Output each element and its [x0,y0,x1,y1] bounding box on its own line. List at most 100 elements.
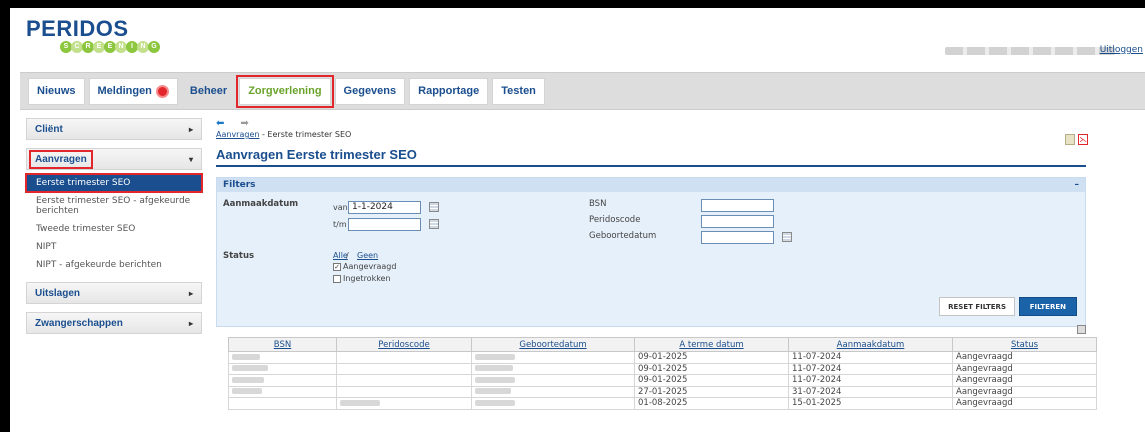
checkbox-ingetrokken[interactable]: Ingetrokken [333,274,391,283]
cell-geboortedatum [471,397,635,410]
main-content: ⬅ ➡ Aanvragen - Eerste trimester SEO ⋋ A… [216,118,1097,410]
breadcrumb-link-aanvragen[interactable]: Aanvragen [216,130,259,139]
page-title: Aanvragen Eerste trimester SEO [216,147,1086,167]
cell-geboortedatum [471,385,635,398]
cell-a-terme-datum: 01-08-2025 [634,397,789,410]
tm-label: t/m [333,220,347,229]
peridoscode-input[interactable] [701,215,774,228]
peridoscode-label: Peridoscode [589,215,641,225]
cell-peridoscode [336,397,472,410]
breadcrumb: Aanvragen - Eerste trimester SEO [216,130,352,139]
sidebar-item-nipt-afgekeurd[interactable]: NIPT - afgekeurde berichten [26,256,202,274]
chevron-right-icon: ▸ [188,288,193,298]
cell-a-terme-datum: 27-01-2025 [634,385,789,398]
aanmaakdatum-van-input[interactable]: 1-1-2024 [348,201,421,214]
peridos-logo: PERIDOS SCREENING [26,18,160,53]
cell-status: Aangevraagd [952,362,1097,375]
cell-peridoscode [336,351,472,364]
sidebar-section-uitslagen[interactable]: Uitslagen ▸ [26,282,202,304]
back-arrow-icon[interactable]: ⬅ [216,118,224,129]
cell-bsn [228,374,337,387]
top-navigation: Nieuws Meldingen Beheer Zorgverlening Ge… [20,72,1145,110]
cell-bsn [228,351,337,364]
cell-status: Aangevraagd [952,351,1097,364]
sidebar-item-eerste-trimester-seo[interactable]: Eerste trimester SEO [25,173,203,193]
checkbox-checked-icon: ✓ [333,262,341,271]
column-header-status[interactable]: Status [952,337,1097,352]
cell-bsn [228,362,337,375]
geboortedatum-input[interactable] [701,231,774,244]
cell-geboortedatum [471,362,635,375]
bsn-label: BSN [589,199,607,209]
table-row[interactable]: 09-01-2025 11-07-2024 Aangevraagd [228,362,1097,375]
sidebar-item-tweede-trimester-seo[interactable]: Tweede trimester SEO [26,220,202,238]
filteren-button[interactable]: FILTEREN [1018,297,1077,316]
cell-a-terme-datum: 09-01-2025 [634,374,789,387]
cell-status: Aangevraagd [952,374,1097,387]
cell-aanmaakdatum: 11-07-2024 [788,362,953,375]
sidebar-section-aanvragen[interactable]: Aanvragen ▾ [26,148,202,170]
tab-zorgverlening[interactable]: Zorgverlening [236,74,334,108]
column-header-a-terme-datum[interactable]: A terme datum [634,337,789,352]
cell-peridoscode [336,374,472,387]
user-info-redacted [945,47,1115,55]
logout-link[interactable]: Uitloggen [1100,45,1143,55]
chevron-right-icon: ▸ [188,124,193,134]
van-label: van [333,203,348,212]
history-nav: ⬅ ➡ [216,118,1096,129]
tab-beheer[interactable]: Beheer [182,78,235,105]
cell-bsn [228,385,337,398]
calendar-icon[interactable] [782,232,792,242]
sidebar-section-client[interactable]: Cliënt ▸ [26,118,202,140]
cell-aanmaakdatum: 31-07-2024 [788,385,953,398]
reset-filters-button[interactable]: RESET FILTERS [939,297,1015,316]
aanmaakdatum-label: Aanmaakdatum [223,199,299,209]
checkbox-aangevraagd[interactable]: ✓ Aangevraagd [333,262,396,271]
tab-testen[interactable]: Testen [492,77,545,105]
column-header-bsn[interactable]: BSN [228,337,337,352]
table-row[interactable]: 01-08-2025 15-01-2025 Aangevraagd [228,397,1097,410]
logo-screening-mark: SCREENING [60,41,160,53]
cell-geboortedatum [471,351,635,364]
cell-status: Aangevraagd [952,397,1097,410]
cell-geboortedatum [471,374,635,387]
bsn-input[interactable] [701,199,774,212]
column-header-aanmaakdatum[interactable]: Aanmaakdatum [788,337,953,352]
chevron-right-icon: ▸ [188,318,193,328]
pdf-export-icon[interactable]: ⋋ [1078,134,1088,145]
calendar-icon[interactable] [429,219,439,229]
sidebar: Cliënt ▸ Aanvragen ▾ Eerste trimester SE… [25,118,203,342]
filters-panel: Filters – Aanmaakdatum van 1-1-2024 t/m … [216,177,1086,327]
table-row[interactable]: 27-01-2025 31-07-2024 Aangevraagd [228,385,1097,398]
collapse-icon[interactable]: – [1075,180,1080,190]
excel-export-icon[interactable] [1065,134,1075,145]
table-header-row: BSN Peridoscode Geboortedatum A terme da… [228,337,1097,352]
column-settings-icon[interactable] [1077,325,1086,334]
forward-arrow-icon[interactable]: ➡ [240,118,248,129]
tab-nieuws[interactable]: Nieuws [28,77,85,105]
aanmaakdatum-tm-input[interactable] [348,218,421,231]
sidebar-section-zwangerschappen[interactable]: Zwangerschappen ▸ [26,312,202,334]
table-row[interactable]: 09-01-2025 11-07-2024 Aangevraagd [228,374,1097,387]
cell-bsn [228,397,337,410]
chevron-down-icon: ▾ [188,154,193,164]
results-table: BSN Peridoscode Geboortedatum A terme da… [228,337,1097,410]
cell-a-terme-datum: 09-01-2025 [634,351,789,364]
sidebar-item-eerste-trimester-afgekeurd[interactable]: Eerste trimester SEO - afgekeurde berich… [26,192,202,220]
status-geen-link[interactable]: Geen [357,251,378,260]
cell-peridoscode [336,385,472,398]
column-header-peridoscode[interactable]: Peridoscode [336,337,472,352]
cell-aanmaakdatum: 11-07-2024 [788,351,953,364]
column-header-geboortedatum[interactable]: Geboortedatum [471,337,635,352]
sidebar-item-nipt[interactable]: NIPT [26,238,202,256]
cell-aanmaakdatum: 11-07-2024 [788,374,953,387]
cell-aanmaakdatum: 15-01-2025 [788,397,953,410]
calendar-icon[interactable] [429,202,439,212]
aanvragen-submenu: Eerste trimester SEO Eerste trimester SE… [25,173,203,274]
tab-meldingen[interactable]: Meldingen [88,77,178,105]
filters-header[interactable]: Filters – [217,178,1085,192]
tab-gegevens[interactable]: Gegevens [334,77,406,105]
cell-peridoscode [336,362,472,375]
tab-rapportage[interactable]: Rapportage [409,77,489,105]
table-row[interactable]: 09-01-2025 11-07-2024 Aangevraagd [228,351,1097,364]
